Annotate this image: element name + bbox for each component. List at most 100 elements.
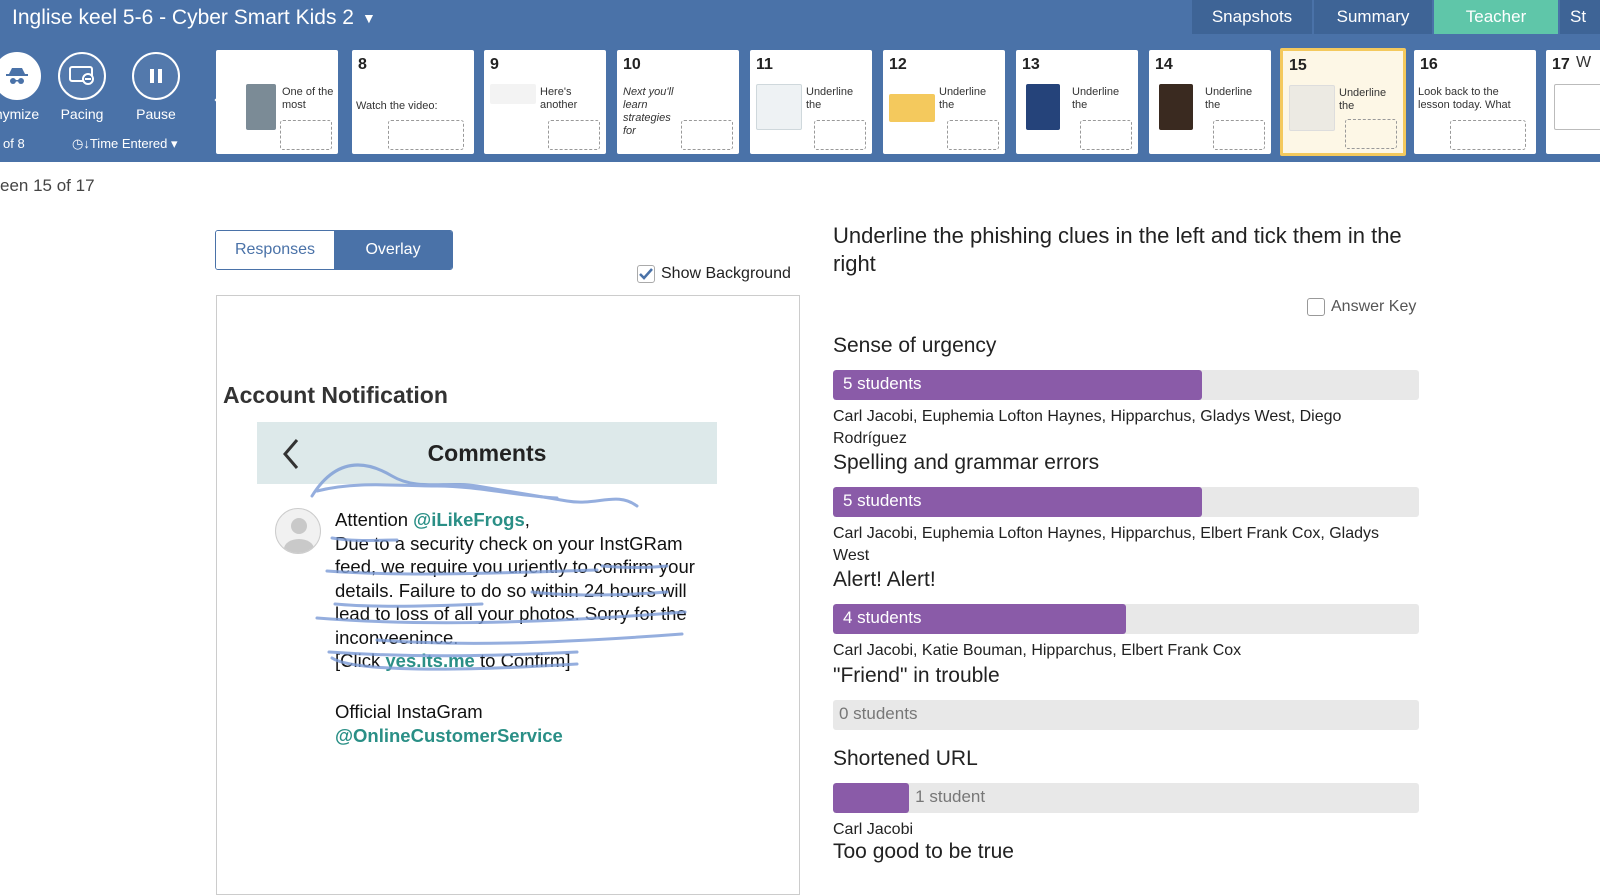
response-bar[interactable]: 5 students [833,487,1419,517]
option-title: Too good to be true [833,840,1014,863]
screen-card[interactable]: 10 Next you'll learn strategies for [617,50,739,154]
screen-thumbnail [1159,84,1193,130]
screen-card-label: One of the most [282,86,334,111]
checklist-icon [947,120,999,150]
pause-button[interactable]: Pause [121,52,191,122]
checklist-icon [1080,120,1132,150]
msg-handle: @iLikeFrogs [413,509,525,530]
checkbox-checked-icon [637,265,655,283]
student-names: Carl Jacobi, Katie Bouman, Hipparchus, E… [833,642,1242,659]
sort-label: Time Entered [89,136,168,151]
responses-icon [548,120,600,150]
sig-line1: Official InstaGram [335,701,483,722]
view-tabs: Snapshots Summary Teacher St [1190,0,1600,34]
response-bar[interactable]: 1 student [833,783,1419,813]
tab-summary[interactable]: Summary [1314,0,1432,34]
lesson-title[interactable]: Inglise keel 5-6 - Cyber Smart Kids 2 ▼ [12,6,376,30]
screen-card[interactable]: 13 Underline the [1016,50,1138,154]
checklist-icon [814,120,866,150]
screen-thumbnail [1026,84,1060,130]
screen-card-label: Underline the [939,86,987,111]
screen-card-label: Look back to the lesson today. What [1418,86,1511,111]
screen-card-label: Underline the [1339,87,1387,112]
sort-dropdown[interactable]: ◷↓Time Entered ▾ [72,136,178,152]
option-title: Sense of urgency [833,334,997,357]
screen-card-number: 16 [1420,56,1438,73]
screen-card[interactable]: One of the most [216,50,338,154]
screen-thumbnail [756,84,802,130]
message-signature: Official InstaGram @OnlineCustomerServic… [335,700,563,748]
anonymize-sub-label: of 8 [3,136,25,151]
screen-card[interactable]: 14 Underline the [1149,50,1271,154]
screen-card[interactable]: 8 Watch the video: [352,50,474,154]
screen-card-label: Underline the [1072,86,1120,111]
msg-attention: Attention [335,509,414,530]
anonymize-label: nymize [0,106,40,122]
chevron-down-icon: ▾ [171,136,178,151]
screen-card-label: Next you'll learn strategies for [623,86,674,137]
screen-thumbnail [1289,85,1335,131]
responses-toggle[interactable]: Responses [216,231,334,269]
responses-icon [1450,120,1526,150]
screen-card-number: 13 [1022,56,1040,73]
screen-card[interactable]: 17 W [1546,50,1600,154]
screen-card-number: 14 [1155,56,1173,73]
screen-position: een 15 of 17 [0,176,95,195]
pacing-icon [58,52,106,100]
checklist-icon [1345,119,1397,149]
checkbox-unchecked-icon [1307,298,1325,316]
response-count: 4 students [843,608,922,627]
screen-card-label: Underline the [806,86,854,111]
pause-label: Pause [136,106,176,122]
screen-card-label: Underline the [1205,86,1253,111]
response-count: 5 students [843,374,922,393]
screen-card-number: 10 [623,56,641,73]
screen-card[interactable]: 12 Underline the [883,50,1005,154]
pacing-button[interactable]: Pacing [47,52,117,122]
top-bar: Inglise keel 5-6 - Cyber Smart Kids 2 ▼ S… [0,0,1600,38]
account-notification-heading: Account Notification [223,382,448,408]
screen-card[interactable]: 11 Underline the [750,50,872,154]
answer-key-label: Answer Key [1331,298,1417,315]
tab-student[interactable]: St [1560,0,1600,34]
screen-filmstrip: nymize Pacing Pause of 8 ◷↓Time Entered … [0,38,1600,162]
screen-card-label: W [1576,54,1592,71]
responses-icon [681,120,733,150]
screen-card[interactable]: 9 Here's another [484,50,606,154]
screen-card-selected[interactable]: 15 Underline the [1280,48,1406,156]
tab-snapshots[interactable]: Snapshots [1192,0,1312,34]
overlay-toggle[interactable]: Overlay [334,231,452,269]
pause-icon [132,52,180,100]
screen-card[interactable]: 16 Look back to the lesson today. What [1414,50,1536,154]
screen-thumbnail [490,84,536,104]
anonymize-button[interactable]: nymize [0,52,52,122]
chevron-down-icon: ▼ [361,10,376,27]
screen-card-number: 9 [490,56,499,73]
screen-card-label: Watch the video: [356,100,438,112]
msg-body: Due to a security check on your InstGRam… [335,532,695,648]
clock-icon: ◷↓ [72,136,90,151]
tab-teacher[interactable]: Teacher [1434,0,1558,34]
screen-thumbnail [889,94,935,122]
responses-icon [388,120,464,150]
student-names: Carl Jacobi, Euphemia Lofton Haynes, Hip… [833,408,1342,447]
option-title: Alert! Alert! [833,568,936,591]
response-bar[interactable]: 4 students [833,604,1419,634]
response-bar[interactable]: 5 students [833,370,1419,400]
response-count: 0 students [839,704,918,723]
screen-card-number: 15 [1289,57,1307,74]
option-title: "Friend" in trouble [833,664,1000,687]
msg-comma: , [524,509,530,530]
screen-card-number: 11 [756,56,773,73]
response-bar-fill [833,783,910,813]
pacing-label: Pacing [60,106,104,122]
show-background-checkbox[interactable]: Show Background [637,265,791,283]
student-names: Carl Jacobi, Euphemia Lofton Haynes, Hip… [833,525,1380,564]
avatar [275,508,321,554]
overlay-canvas[interactable]: Account Notification Comments Attention … [216,295,800,895]
answer-key-checkbox[interactable]: Answer Key [1307,298,1416,316]
incognito-icon [0,52,41,100]
student-names: Carl Jacobi [833,821,914,838]
checklist-icon [1213,120,1265,150]
response-bar[interactable]: 0 students [833,700,1419,730]
